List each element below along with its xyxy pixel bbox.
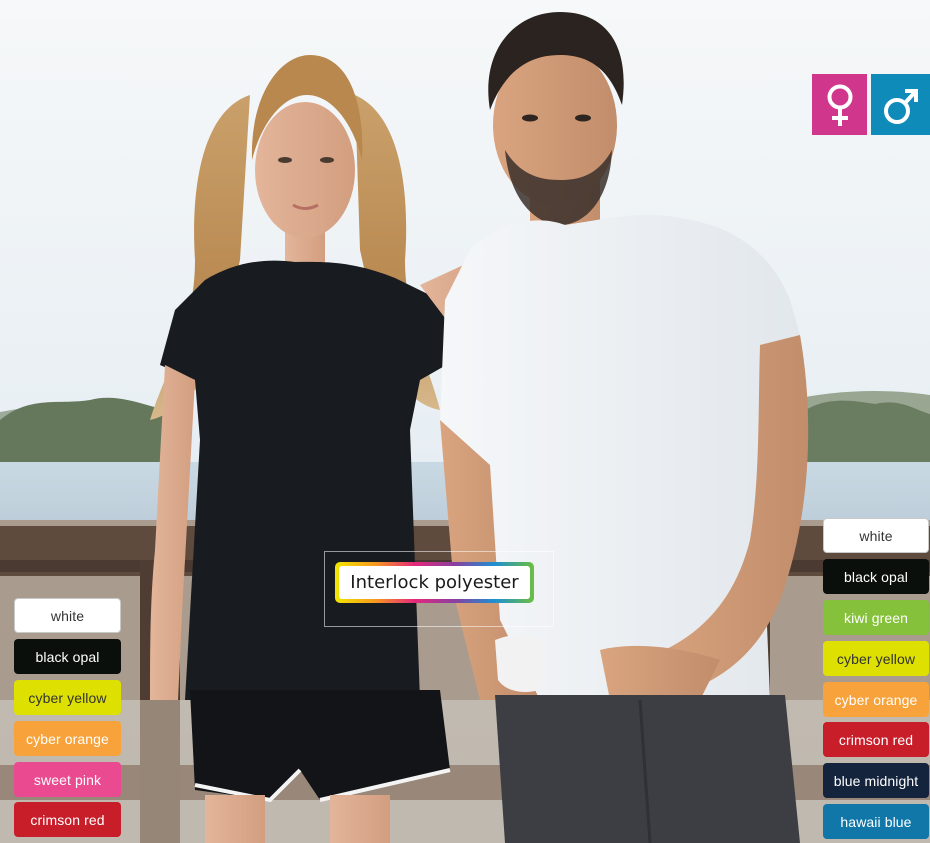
swatch-men-hawaii-blue[interactable]: hawaii blue bbox=[823, 804, 929, 839]
product-photo-stage: Interlock polyester white black opal cyb… bbox=[0, 0, 930, 843]
material-label-text: Interlock polyester bbox=[339, 566, 530, 599]
swatch-men-cyber-orange[interactable]: cyber orange bbox=[823, 682, 929, 717]
female-symbol-icon bbox=[827, 84, 852, 126]
swatch-women-cyber-yellow[interactable]: cyber yellow bbox=[14, 680, 121, 715]
swatch-men-blue-midnight[interactable]: blue midnight bbox=[823, 763, 929, 798]
women-badge bbox=[812, 74, 867, 135]
swatch-women-white[interactable]: white bbox=[14, 598, 121, 633]
men-badge bbox=[871, 74, 930, 135]
product-photo bbox=[0, 0, 930, 843]
swatch-women-crimson-red[interactable]: crimson red bbox=[14, 802, 121, 837]
swatch-men-crimson-red[interactable]: crimson red bbox=[823, 722, 929, 757]
swatch-women-cyber-orange[interactable]: cyber orange bbox=[14, 721, 121, 756]
swatch-men-white[interactable]: white bbox=[823, 518, 929, 553]
material-label: Interlock polyester bbox=[335, 562, 534, 603]
male-symbol-icon bbox=[883, 88, 918, 124]
swatch-men-kiwi-green[interactable]: kiwi green bbox=[823, 600, 929, 635]
swatch-women-sweet-pink[interactable]: sweet pink bbox=[14, 762, 121, 797]
swatch-women-black-opal[interactable]: black opal bbox=[14, 639, 121, 674]
swatch-men-black-opal[interactable]: black opal bbox=[823, 559, 929, 594]
swatch-men-cyber-yellow[interactable]: cyber yellow bbox=[823, 641, 929, 676]
